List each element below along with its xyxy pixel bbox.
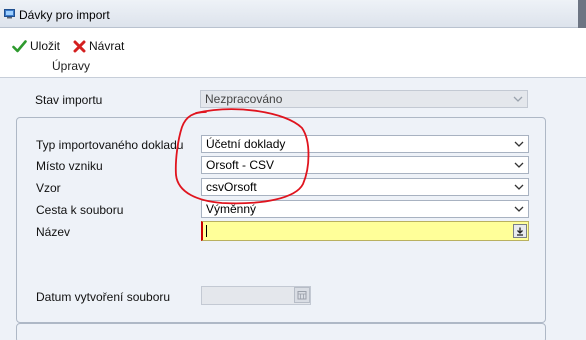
save-button-label: Uložit: [30, 39, 61, 53]
save-button[interactable]: Uložit: [12, 37, 60, 55]
window-titlebar: Dávky pro import: [0, 0, 586, 28]
calendar-icon: [294, 287, 310, 303]
misto-vzniku-value: Orsoft - CSV: [206, 158, 275, 172]
misto-vzniku-label: Místo vzniku: [36, 159, 103, 173]
typ-dokladu-value: Účetní doklady: [206, 137, 286, 151]
ribbon-group-label: Úpravy: [52, 59, 91, 73]
chevron-down-icon: [509, 91, 527, 107]
ribbon-toolbar: Uložit Návrat Úpravy: [0, 28, 586, 78]
text-caret: [206, 225, 207, 237]
misto-vzniku-select[interactable]: Orsoft - CSV: [201, 156, 529, 174]
chevron-down-icon[interactable]: [510, 157, 528, 173]
bottom-section: [16, 323, 546, 340]
checkmark-icon: [12, 39, 27, 52]
chevron-down-icon[interactable]: [510, 136, 528, 152]
vzor-label: Vzor: [36, 181, 61, 195]
close-icon: [73, 40, 86, 52]
chevron-down-icon[interactable]: [510, 201, 528, 217]
cesta-k-souboru-value: Výměnný: [206, 202, 257, 216]
vzor-value: csvOrsoft: [206, 180, 257, 194]
typ-dokladu-select[interactable]: Účetní doklady: [201, 135, 529, 153]
status-section: Stav importu Nezpracováno: [16, 86, 546, 118]
window-edge: [578, 0, 586, 28]
vzor-select[interactable]: csvOrsoft: [201, 178, 529, 196]
typ-dokladu-label: Typ importovaného dokladu: [36, 138, 184, 152]
back-button-label: Návrat: [89, 39, 125, 53]
form-content: Stav importu Nezpracováno Typ importovan…: [0, 78, 586, 340]
stav-importu-value: Nezpracováno: [205, 92, 283, 106]
nazev-label: Název: [36, 225, 71, 239]
app-window-icon: [4, 9, 15, 19]
cesta-k-souboru-label: Cesta k souboru: [36, 203, 124, 217]
datum-vytvoreni-label: Datum vytvoření souboru: [36, 290, 171, 304]
stav-importu-select: Nezpracováno: [200, 90, 528, 108]
chevron-down-icon[interactable]: [510, 179, 528, 195]
import-settings-panel: Typ importovaného dokladu Účetní doklady…: [16, 117, 546, 323]
download-icon[interactable]: [513, 224, 527, 238]
nazev-input[interactable]: [201, 221, 529, 241]
window-title: Dávky pro import: [19, 8, 110, 22]
stav-importu-label: Stav importu: [35, 93, 103, 107]
back-button[interactable]: Návrat: [73, 37, 124, 55]
cesta-k-souboru-select[interactable]: Výměnný: [201, 200, 529, 218]
